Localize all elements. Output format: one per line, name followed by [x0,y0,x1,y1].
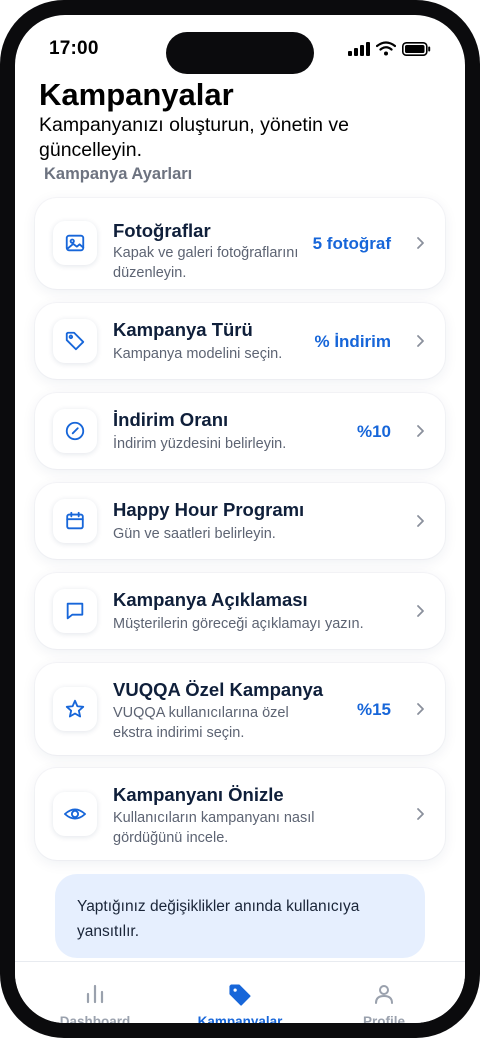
status-time: 17:00 [49,38,99,59]
settings-card-photos[interactable]: Fotoğraflar Kapak ve galeri fotoğrafları… [35,198,445,289]
tag-icon [53,319,97,363]
battery-icon [402,41,431,56]
card-title: Happy Hour Programı [113,499,305,520]
eye-icon [53,792,97,836]
chevron-right-icon [413,807,427,821]
card-description: Müşterilerin göreceği açıklamayı yazın. [113,616,364,632]
phone-frame: 17:00 Kampanyalar Kampanyanızı oluşturun… [0,0,480,1038]
dynamic-island [166,32,314,74]
compass-icon [53,409,97,453]
tab-label: Kampanyalar [197,1014,283,1023]
card-value: %10 [356,422,391,441]
settings-card-preview[interactable]: Kampanyanı Önizle Kullanıcıların kampany… [35,768,445,860]
card-value: %15 [356,700,391,719]
chevron-right-icon [413,334,427,348]
chevron-right-icon [413,424,427,438]
message-icon [53,589,97,633]
card-title: Kampanya Açıklaması [113,589,308,610]
chevron-right-icon [413,236,427,250]
chevron-right-icon [413,604,427,618]
settings-card-vuqqa-special[interactable]: VUQQA Özel Kampanya VUQQA kullanıcıların… [35,663,445,755]
card-value: 5 fotoğraf [312,234,391,253]
tab-label: Profile [362,1014,405,1023]
image-icon [53,221,97,265]
card-description: Kapak ve galeri fotoğraflarını düzenleyi… [113,245,299,281]
page-title: Kampanyalar [39,77,234,112]
card-title: Kampanyanı Önizle [113,784,284,805]
calendar-icon [53,499,97,543]
wifi-icon [376,41,396,56]
card-title: Kampanya Türü [113,319,253,340]
chevron-right-icon [413,514,427,528]
tab-campaigns[interactable]: Kampanyalar [180,962,300,1023]
info-notice: Yaptığınız değişiklikler anında kullanıc… [55,874,425,958]
card-title: İndirim Oranı [113,409,229,430]
user-icon [372,982,396,1011]
tab-profile[interactable]: Profile [324,962,444,1023]
section-label: Kampanya Ayarları [44,165,193,183]
tag-icon [227,982,253,1013]
tab-label: Dashboard [59,1014,131,1023]
tab-dashboard[interactable]: Dashboard [35,962,155,1023]
tab-bar: Dashboard Kampanyalar Profile [15,961,465,1023]
settings-card-happy-hour[interactable]: Happy Hour Programı Gün ve saatleri beli… [35,483,445,559]
settings-card-description[interactable]: Kampanya Açıklaması Müşterilerin göreceğ… [35,573,445,649]
chevron-right-icon [413,702,427,716]
card-description: Kullanıcıların kampanyanı nasıl gördüğün… [113,810,315,846]
card-description: Gün ve saatleri belirleyin. [113,526,276,542]
settings-card-discount-rate[interactable]: İndirim Oranı İndirim yüzdesini belirley… [35,393,445,469]
settings-card-campaign-type[interactable]: Kampanya Türü Kampanya modelini seçin. %… [35,303,445,379]
page-subtitle: Kampanyanızı oluşturun, yönetin ve günce… [39,114,350,161]
star-icon [53,687,97,731]
card-description: VUQQA kullanıcılarına özel ekstra indiri… [113,705,289,741]
card-title: VUQQA Özel Kampanya [113,679,324,700]
card-value: % İndirim [314,332,391,351]
card-description: Kampanya modelini seçin. [113,346,283,362]
card-description: İndirim yüzdesini belirleyin. [113,436,287,452]
screen: 17:00 Kampanyalar Kampanyanızı oluşturun… [15,15,465,1023]
signal-icon [348,41,370,56]
card-title: Fotoğraflar [113,220,211,241]
status-icons [348,41,431,56]
bar-chart-icon [83,982,107,1009]
